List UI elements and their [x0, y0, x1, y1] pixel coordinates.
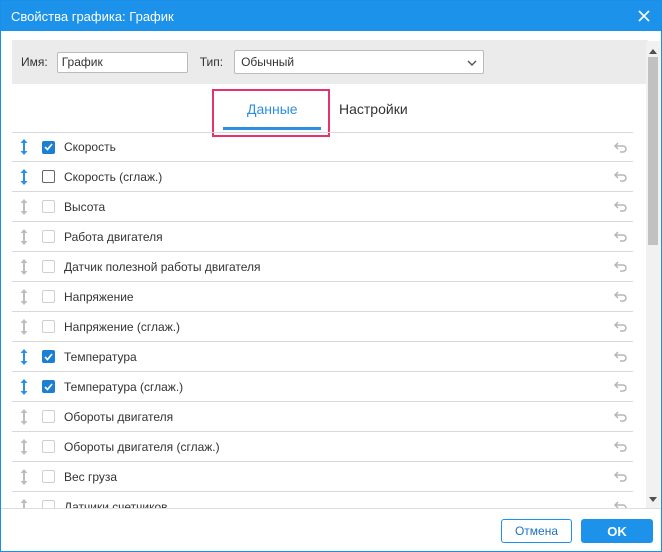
series-checkbox[interactable]: [42, 320, 55, 333]
data-series-list: Скорость Скорость (сглаж.) Высота Работа дв…: [12, 132, 633, 508]
series-label: Температура: [64, 349, 137, 364]
drag-handle-icon[interactable]: [18, 258, 30, 276]
cancel-button[interactable]: Отмена: [501, 519, 572, 543]
list-item[interactable]: Датчики счетчиков: [12, 492, 633, 508]
list-item[interactable]: Температура (сглаж.): [12, 372, 633, 402]
vertical-scrollbar[interactable]: [646, 41, 660, 508]
reset-icon[interactable]: [613, 290, 628, 302]
series-label: Скорость: [64, 140, 116, 154]
drag-handle-icon[interactable]: [18, 498, 30, 508]
series-label: Вес груза: [64, 469, 118, 484]
ok-button[interactable]: OK: [581, 519, 653, 543]
series-checkbox[interactable]: [42, 470, 55, 483]
series-checkbox[interactable]: [42, 140, 55, 154]
list-item[interactable]: Обороты двигателя (сглаж.): [12, 432, 633, 462]
type-label: Тип:: [199, 55, 224, 69]
drag-handle-icon[interactable]: [18, 408, 30, 426]
series-label: Температура (сглаж.): [64, 379, 184, 394]
chevron-down-icon: [467, 55, 477, 69]
chart-properties-dialog: Свойства графика: График Имя: Тип: Обычн…: [0, 0, 662, 552]
series-label: Работа двигателя: [64, 229, 163, 244]
series-checkbox[interactable]: [42, 350, 55, 363]
drag-handle-icon[interactable]: [18, 318, 30, 336]
series-label: Высота: [64, 199, 106, 214]
series-label: Напряжение (сглаж.): [64, 319, 181, 334]
drag-handle-icon[interactable]: [18, 198, 30, 216]
tab-data[interactable]: Данные: [247, 101, 298, 117]
reset-icon[interactable]: [613, 470, 628, 482]
series-checkbox[interactable]: [42, 440, 55, 453]
list-item[interactable]: Работа двигателя: [12, 222, 633, 252]
reset-icon[interactable]: [613, 440, 628, 452]
name-label: Имя:: [21, 55, 48, 69]
series-checkbox[interactable]: [42, 410, 55, 423]
series-label: Скорость (сглаж.): [64, 169, 163, 184]
drag-handle-icon[interactable]: [18, 228, 30, 246]
reset-icon[interactable]: [613, 410, 628, 422]
list-item[interactable]: Скорость (сглаж.): [12, 162, 633, 192]
list-item[interactable]: Обороты двигателя: [12, 402, 633, 432]
series-checkbox[interactable]: [42, 230, 55, 243]
drag-handle-icon[interactable]: [18, 168, 30, 186]
window-title: Свойства графика: График: [11, 8, 174, 24]
tab-bar: Данные Настройки: [1, 89, 661, 137]
drag-handle-icon[interactable]: [18, 468, 30, 486]
reset-icon[interactable]: [613, 350, 628, 362]
list-item[interactable]: Вес груза: [12, 462, 633, 492]
drag-handle-icon[interactable]: [18, 348, 30, 366]
reset-icon[interactable]: [613, 200, 628, 212]
drag-handle-icon[interactable]: [18, 138, 30, 156]
list-item[interactable]: Высота: [12, 192, 633, 222]
list-item[interactable]: Температура: [12, 342, 633, 372]
reset-icon[interactable]: [613, 141, 628, 153]
drag-handle-icon[interactable]: [18, 438, 30, 456]
reset-icon[interactable]: [613, 170, 628, 182]
list-item[interactable]: Напряжение: [12, 282, 633, 312]
series-checkbox[interactable]: [42, 200, 55, 213]
series-checkbox[interactable]: [42, 290, 55, 303]
list-item[interactable]: Напряжение (сглаж.): [12, 312, 633, 342]
reset-icon[interactable]: [613, 230, 628, 242]
name-type-toolbar: Имя: Тип: Обычный: [12, 40, 648, 84]
series-label: Датчики счетчиков: [64, 499, 168, 509]
dialog-footer: Отмена OK: [1, 508, 661, 552]
tab-settings[interactable]: Настройки: [339, 101, 408, 117]
close-icon[interactable]: [635, 7, 653, 25]
reset-icon[interactable]: [613, 500, 628, 508]
series-label: Обороты двигателя (сглаж.): [64, 439, 220, 454]
reset-icon[interactable]: [613, 380, 628, 392]
drag-handle-icon[interactable]: [18, 378, 30, 396]
series-checkbox[interactable]: [42, 500, 55, 508]
active-tab-indicator: [223, 127, 321, 130]
drag-handle-icon[interactable]: [18, 288, 30, 306]
scroll-down-arrow-icon[interactable]: [649, 492, 657, 506]
type-select[interactable]: Обычный: [234, 50, 485, 74]
name-input[interactable]: [56, 51, 188, 73]
series-checkbox[interactable]: [42, 260, 55, 273]
series-checkbox[interactable]: [42, 170, 55, 183]
series-label: Напряжение: [64, 289, 134, 304]
type-select-value: Обычный: [241, 55, 295, 69]
scrollbar-thumb[interactable]: [648, 57, 658, 245]
list-item[interactable]: Датчик полезной работы двигателя: [12, 252, 633, 282]
list-item[interactable]: Скорость: [12, 132, 633, 162]
title-bar: Свойства графика: График: [1, 1, 661, 31]
series-label: Датчик полезной работы двигателя: [64, 259, 261, 274]
reset-icon[interactable]: [613, 320, 628, 332]
series-checkbox[interactable]: [42, 380, 55, 393]
series-label: Обороты двигателя: [64, 409, 174, 424]
reset-icon[interactable]: [613, 260, 628, 272]
scroll-up-arrow-icon[interactable]: [649, 43, 657, 57]
